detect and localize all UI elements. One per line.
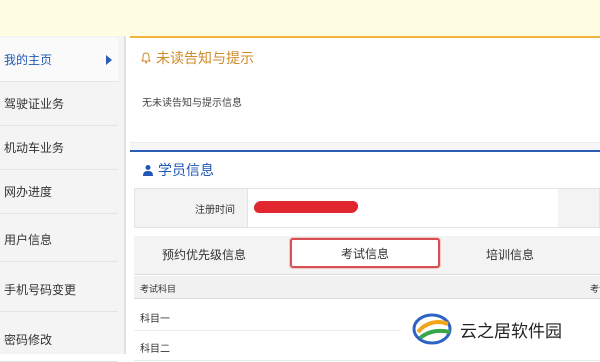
- subject-cell: 科目二: [140, 344, 170, 355]
- exam-table-header: 考试科目 考试成绩: [134, 276, 600, 299]
- sidebar-item-home[interactable]: 我的主页: [0, 38, 118, 82]
- notice-panel: 未读告知与提示 无未读告知与提示信息: [130, 36, 600, 144]
- watermark-text: 云之居软件园: [460, 321, 562, 342]
- sidebar-item-password[interactable]: 密码修改: [0, 318, 118, 362]
- student-info-title: 学员信息: [142, 160, 214, 180]
- watermark-logo-icon: [412, 313, 452, 345]
- tab-label: 培训信息: [486, 248, 535, 262]
- notice-title: 未读告知与提示: [140, 48, 254, 68]
- sidebar-item-phone-change[interactable]: 手机号码变更: [0, 268, 118, 312]
- notice-message: 无未读告知与提示信息: [142, 98, 242, 109]
- tab-priority[interactable]: 预约优先级信息: [162, 246, 246, 263]
- sidebar-item-label: 用户信息: [4, 233, 53, 247]
- student-info-title-text: 学员信息: [158, 163, 214, 179]
- sidebar-item-user-info[interactable]: 用户信息: [0, 218, 118, 262]
- watermark: 云之居软件园: [400, 304, 600, 354]
- registration-label: 注册时间: [195, 205, 235, 216]
- tab-exam[interactable]: 考试信息: [290, 238, 440, 268]
- sidebar-item-label: 网办进度: [4, 185, 53, 199]
- sidebar-item-label: 手机号码变更: [4, 283, 77, 297]
- sidebar-item-label: 驾驶证业务: [4, 97, 65, 111]
- sidebar-item-license[interactable]: 驾驶证业务: [0, 82, 118, 126]
- user-icon: [143, 165, 153, 176]
- info-tabs: 预约优先级信息 考试信息 培训信息: [134, 236, 600, 275]
- tab-training[interactable]: 培训信息: [486, 246, 534, 263]
- top-bar: [0, 0, 600, 36]
- sidebar-divider: [124, 36, 126, 354]
- chevron-right-icon: [106, 54, 112, 65]
- registration-row: 注册时间: [134, 188, 600, 228]
- column-header-subject: 考试科目: [140, 285, 177, 295]
- sidebar-item-progress[interactable]: 网办进度: [0, 170, 118, 214]
- redaction-mark: [253, 201, 359, 213]
- tab-label: 预约优先级信息: [162, 248, 247, 262]
- notice-title-text: 未读告知与提示: [156, 51, 254, 67]
- tab-label: 考试信息: [340, 246, 389, 261]
- sidebar-item-label: 机动车业务: [4, 141, 65, 155]
- sidebar-item-vehicle[interactable]: 机动车业务: [0, 126, 118, 170]
- subject-cell: 科目一: [140, 314, 170, 325]
- bell-icon: [141, 52, 151, 64]
- column-header-score: 考试成绩: [589, 285, 600, 295]
- registration-value: [247, 189, 558, 227]
- sidebar-item-label: 我的主页: [4, 53, 53, 67]
- sidebar-nav: 我的主页 驾驶证业务 机动车业务 网办进度 用户信息 手机号码变更 密码修改: [0, 36, 124, 362]
- sidebar-item-label: 密码修改: [4, 333, 53, 347]
